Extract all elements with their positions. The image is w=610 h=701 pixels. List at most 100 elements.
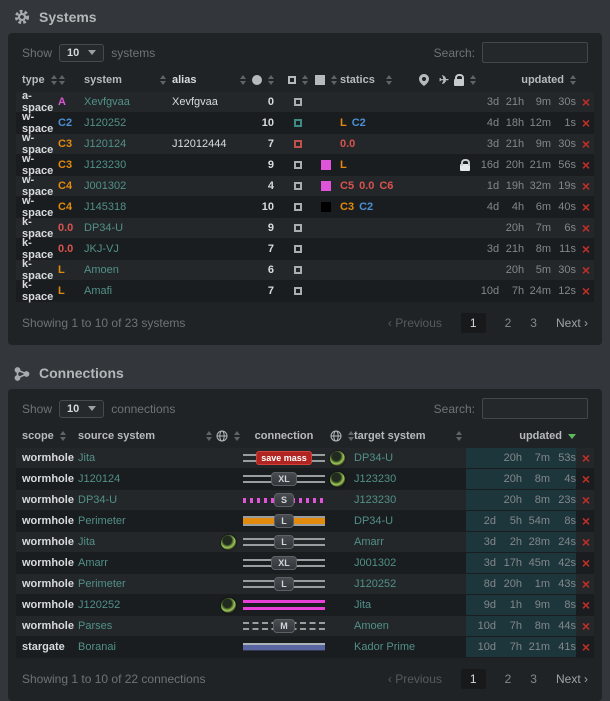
delete-connection-button[interactable]: × — [582, 514, 590, 528]
previous-button[interactable]: ‹ Previous — [388, 316, 442, 330]
page-3-button[interactable]: 3 — [530, 316, 537, 330]
col-target-system[interactable]: target system — [354, 430, 466, 442]
connections-search-input[interactable] — [482, 398, 588, 419]
col-locked[interactable] — [454, 74, 476, 86]
delete-system-button[interactable]: × — [582, 116, 590, 130]
source-system-link[interactable]: Jita — [78, 452, 95, 464]
system-name-link[interactable]: DP34-U — [84, 222, 123, 234]
system-name-link[interactable]: J145318 — [84, 201, 126, 213]
system-name-link[interactable]: J120124 — [84, 138, 126, 150]
delete-connection-button[interactable]: × — [582, 535, 590, 549]
system-name-link[interactable]: Amoen — [84, 264, 119, 276]
systems-search-input[interactable] — [482, 42, 588, 63]
col-rally[interactable]: ✈ — [434, 73, 454, 87]
delete-system-button[interactable]: × — [582, 179, 590, 193]
source-system-link[interactable]: Jita — [78, 536, 95, 548]
connection-line[interactable]: save mass — [243, 451, 325, 466]
source-system-link[interactable]: J120124 — [78, 473, 120, 485]
target-system-link[interactable]: Kador Prime — [354, 641, 415, 653]
col-type[interactable]: type — [16, 74, 58, 86]
system-name-link[interactable]: Amafi — [84, 285, 112, 297]
target-system-link[interactable]: J001302 — [354, 557, 396, 569]
delete-connection-button[interactable]: × — [582, 598, 590, 612]
connection-line[interactable]: S — [243, 493, 325, 508]
next-button[interactable]: Next › — [556, 316, 588, 330]
target-system-link[interactable]: Amarr — [354, 536, 384, 548]
delete-system-button[interactable]: × — [582, 200, 590, 214]
delete-system-button[interactable]: × — [582, 137, 590, 151]
status-square-icon[interactable] — [294, 266, 302, 274]
page-3-button[interactable]: 3 — [530, 672, 537, 686]
status-square-icon[interactable] — [294, 140, 302, 148]
status-square-icon[interactable] — [294, 119, 302, 127]
connection-line[interactable]: L — [243, 577, 325, 592]
col-pilots[interactable] — [248, 75, 284, 85]
system-name-link[interactable]: J001302 — [84, 180, 126, 192]
target-system-link[interactable]: Jita — [354, 599, 371, 611]
delete-connection-button[interactable]: × — [582, 640, 590, 654]
delete-system-button[interactable]: × — [582, 242, 590, 256]
col-statics[interactable]: statics — [340, 74, 414, 86]
source-system-link[interactable]: Perimeter — [78, 515, 126, 527]
col-alias[interactable]: alias — [172, 74, 248, 86]
delete-connection-button[interactable]: × — [582, 451, 590, 465]
target-system-link[interactable]: DP34-U — [354, 452, 393, 464]
page-2-button[interactable]: 2 — [505, 672, 512, 686]
delete-connection-button[interactable]: × — [582, 493, 590, 507]
col-tag[interactable] — [312, 75, 340, 85]
page-1-button[interactable]: 1 — [461, 669, 486, 689]
delete-system-button[interactable]: × — [582, 221, 590, 235]
connection-line[interactable]: L — [243, 514, 325, 529]
target-system-link[interactable]: J123230 — [354, 473, 396, 485]
connection-line[interactable] — [243, 640, 325, 655]
target-system-link[interactable]: J120252 — [354, 578, 396, 590]
status-square-icon[interactable] — [294, 98, 302, 106]
col-scope[interactable]: scope — [16, 430, 78, 442]
connection-line[interactable]: M — [243, 619, 325, 634]
status-square-icon[interactable] — [294, 245, 302, 253]
col-updated[interactable]: updated — [466, 430, 576, 442]
system-name-link[interactable]: JKJ-VJ — [84, 243, 119, 255]
col-target-globe[interactable] — [328, 430, 354, 442]
status-square-icon[interactable] — [294, 182, 302, 190]
source-system-link[interactable]: Perimeter — [78, 578, 126, 590]
delete-connection-button[interactable]: × — [582, 556, 590, 570]
target-system-link[interactable]: DP34-U — [354, 515, 393, 527]
status-square-icon[interactable] — [294, 161, 302, 169]
target-system-link[interactable]: J123230 — [354, 494, 396, 506]
col-source-globe[interactable] — [216, 430, 240, 442]
col-security[interactable] — [58, 75, 84, 85]
status-square-icon[interactable] — [294, 203, 302, 211]
connections-page-size-select[interactable]: 10 — [59, 400, 104, 418]
delete-connection-button[interactable]: × — [582, 472, 590, 486]
col-system[interactable]: system — [84, 74, 172, 86]
col-source-system[interactable]: source system — [78, 430, 216, 442]
status-square-icon[interactable] — [294, 287, 302, 295]
col-region[interactable] — [414, 74, 434, 86]
delete-connection-button[interactable]: × — [582, 619, 590, 633]
connection-line[interactable] — [243, 598, 325, 613]
delete-system-button[interactable]: × — [582, 263, 590, 277]
delete-system-button[interactable]: × — [582, 284, 590, 298]
connection-line[interactable]: XL — [243, 556, 325, 571]
next-button[interactable]: Next › — [556, 672, 588, 686]
system-name-link[interactable]: J123230 — [84, 159, 126, 171]
target-system-link[interactable]: Amoen — [354, 620, 389, 632]
connection-line[interactable]: L — [243, 535, 325, 550]
source-system-link[interactable]: DP34-U — [78, 494, 117, 506]
source-system-link[interactable]: J120252 — [78, 599, 120, 611]
source-system-link[interactable]: Boranai — [78, 641, 116, 653]
previous-button[interactable]: ‹ Previous — [388, 672, 442, 686]
delete-system-button[interactable]: × — [582, 158, 590, 172]
source-system-link[interactable]: Amarr — [78, 557, 108, 569]
page-1-button[interactable]: 1 — [461, 313, 486, 333]
col-status[interactable] — [284, 75, 312, 85]
delete-system-button[interactable]: × — [582, 95, 590, 109]
delete-connection-button[interactable]: × — [582, 577, 590, 591]
page-2-button[interactable]: 2 — [505, 316, 512, 330]
source-system-link[interactable]: Parses — [78, 620, 112, 632]
status-square-icon[interactable] — [294, 224, 302, 232]
system-name-link[interactable]: J120252 — [84, 117, 126, 129]
systems-page-size-select[interactable]: 10 — [59, 44, 104, 62]
connection-line[interactable]: XL — [243, 472, 325, 487]
